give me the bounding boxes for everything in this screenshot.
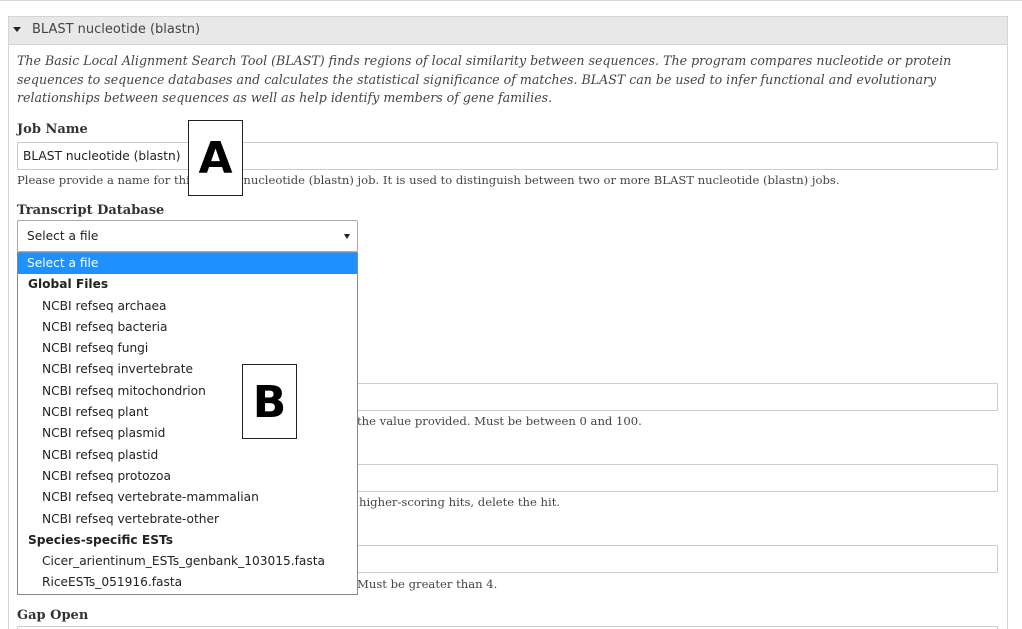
option-ncbi-plant[interactable]: NCBI refseq plant [18,402,357,423]
option-ncbi-plastid[interactable]: NCBI refseq plastid [18,445,357,466]
optgroup-species-specific-ests: Species-specific ESTs [28,532,173,547]
transcript-database-dropdown[interactable]: Select a file Global Files NCBI refseq a… [17,252,358,595]
param-help-2: higher-scoring hits, delete the hit. [359,495,561,509]
panel-header[interactable]: BLAST nucleotide (blastn) [9,17,1007,45]
option-ncbi-mitochondrion[interactable]: NCBI refseq mitochondrion [18,381,357,402]
option-ncbi-vertebrate-mammalian[interactable]: NCBI refseq vertebrate-mammalian [18,487,357,508]
panel-title: BLAST nucleotide (blastn) [32,22,201,37]
option-ncbi-fungi[interactable]: NCBI refseq fungi [18,338,357,359]
option-cicer-arientinum-ests[interactable]: Cicer_arientinum_ESTs_genbank_103015.fas… [18,551,357,572]
transcript-database-label: Transcript Database [17,203,165,218]
transcript-database-select[interactable]: Select a file [17,220,358,252]
gap-open-label: Gap Open [17,608,89,623]
optgroup-global-files: Global Files [28,277,109,292]
option-ncbi-vertebrate-other[interactable]: NCBI refseq vertebrate-other [18,509,357,530]
job-name-help: Please provide a name for this BLAST nuc… [17,173,840,187]
top-divider [0,0,1022,1]
collapse-caret-icon[interactable] [13,27,21,32]
option-select-a-file[interactable]: Select a file [18,253,357,275]
option-ncbi-bacteria[interactable]: NCBI refseq bacteria [18,317,357,338]
option-ncbi-protozoa[interactable]: NCBI refseq protozoa [18,466,357,487]
option-ncbi-plasmid[interactable]: NCBI refseq plasmid [18,423,357,444]
dropdown-arrow-icon [344,234,350,239]
select-value: Select a file [27,229,99,243]
option-ncbi-invertebrate[interactable]: NCBI refseq invertebrate [18,359,357,380]
callout-b: B [242,364,297,439]
job-name-value: BLAST nucleotide (blastn) [23,149,181,163]
param-help-3: Must be greater than 4. [357,577,498,591]
callout-a: A [188,120,243,196]
option-rice-ests[interactable]: RiceESTs_051916.fasta [18,572,357,593]
param-help-1: the value provided. Must be between 0 an… [357,414,642,428]
option-ncbi-archaea[interactable]: NCBI refseq archaea [18,296,357,317]
panel-description: The Basic Local Alignment Search Tool (B… [17,53,952,105]
job-name-label: Job Name [17,122,88,137]
job-name-input[interactable]: BLAST nucleotide (blastn) [17,142,998,170]
